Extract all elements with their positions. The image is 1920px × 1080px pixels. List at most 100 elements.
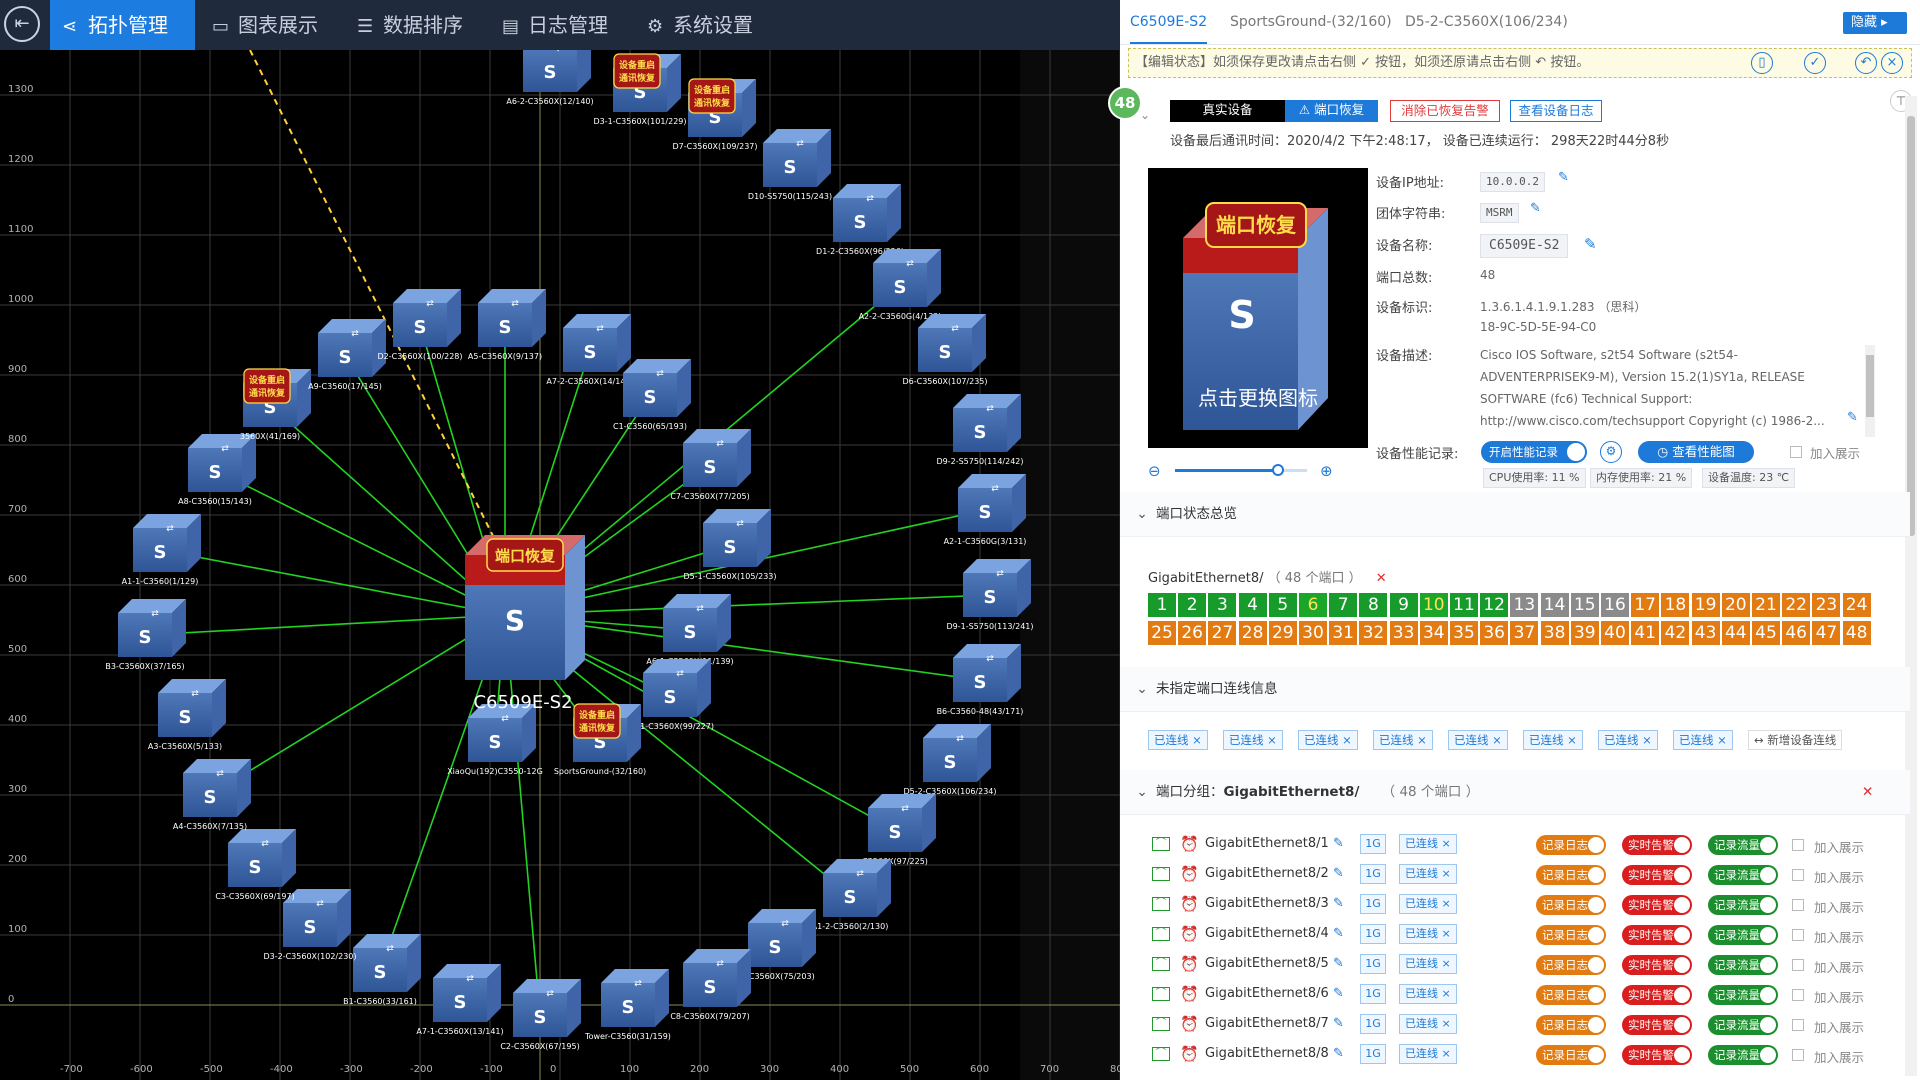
traffic-chart-icon[interactable]: ⌒ [1152,1017,1170,1031]
confirm-icon[interactable]: ✓ [1804,52,1826,74]
tab-c6509e-s2[interactable]: C6509E-S2 [1130,0,1208,44]
edit-port-icon[interactable]: ✎ [1333,1046,1344,1061]
port-31[interactable]: 31 [1329,621,1358,645]
device-name-value[interactable]: C6509E-S2 [1480,234,1569,258]
port-20[interactable]: 20 [1721,593,1750,617]
view-log-button[interactable]: 查看设备日志 [1510,100,1602,122]
record-flow-toggle[interactable]: 记录流量 [1708,925,1778,945]
record-flow-toggle[interactable]: 记录流量 [1708,895,1778,915]
edit-port-icon[interactable]: ✎ [1333,836,1344,851]
edit-port-icon[interactable]: ✎ [1333,926,1344,941]
zoom-out-icon[interactable]: ⊖ [1148,462,1161,480]
edit-community-icon[interactable]: ✎ [1530,201,1541,216]
port-26[interactable]: 26 [1178,621,1207,645]
alarm-icon[interactable]: ⏰ [1180,1015,1199,1033]
port-12[interactable]: 12 [1480,593,1509,617]
port-recover-button[interactable]: ⚠ 端口恢复 [1285,100,1378,122]
remove-group-icon[interactable]: ✕ [1862,770,1873,814]
realtime-alarm-toggle[interactable]: 实时告警 [1622,925,1692,945]
edit-ip-icon[interactable]: ✎ [1558,170,1569,185]
alarm-icon[interactable]: ⏰ [1180,925,1199,943]
record-log-toggle[interactable]: 记录日志 [1536,835,1606,855]
perf-settings-icon[interactable]: ⚙ [1600,441,1622,463]
add-show-checkbox[interactable] [1792,929,1804,941]
traffic-chart-icon[interactable]: ⌒ [1152,987,1170,1001]
edit-port-icon[interactable]: ✎ [1333,1016,1344,1031]
link-tag[interactable]: 已连线 × [1673,730,1733,750]
device-desc-box[interactable]: Cisco IOS Software, s2t54 Software (s2t5… [1480,344,1880,432]
port-link-tag[interactable]: 已连线 × [1399,864,1457,884]
port-36[interactable]: 36 [1480,621,1509,645]
record-flow-toggle[interactable]: 记录流量 [1708,835,1778,855]
port-18[interactable]: 18 [1661,593,1690,617]
port-13[interactable]: 13 [1510,593,1539,617]
alarm-icon[interactable]: ⏰ [1180,895,1199,913]
nav-topology[interactable]: ⋖ 拓扑管理 [50,0,195,50]
port-9[interactable]: 9 [1389,593,1418,617]
port-link-tag[interactable]: 已连线 × [1399,894,1457,914]
edit-desc-icon[interactable]: ✎ [1847,410,1858,425]
port-46[interactable]: 46 [1782,621,1811,645]
edit-port-icon[interactable]: ✎ [1333,956,1344,971]
port-group-section-header[interactable]: ⌄ 端口分组：GigabitEthernet8/ （ 48 个端口 ） ✕ [1120,770,1910,815]
port-33[interactable]: 33 [1389,621,1418,645]
port-44[interactable]: 44 [1721,621,1750,645]
port-29[interactable]: 29 [1268,621,1297,645]
port-28[interactable]: 28 [1238,621,1267,645]
save-doc-icon[interactable]: ▯ [1751,52,1773,74]
topology-area[interactable]: ⇤ ⋖ 拓扑管理 ▭ 图表展示 ☰ 数据排序 ▤ 日志管理 ⚙ 系统设置 1300 1200… [0,0,1120,1080]
port-6[interactable]: 6 [1299,593,1327,617]
link-tag[interactable]: 已连线 × [1373,730,1433,750]
undo-icon[interactable]: ↶ [1855,52,1877,74]
port-37[interactable]: 37 [1510,621,1539,645]
hide-panel-button[interactable]: 隐藏 ▸ [1843,12,1907,34]
desc-scrollbar[interactable] [1865,345,1875,437]
realtime-alarm-toggle[interactable]: 实时告警 [1622,895,1692,915]
remove-group-icon[interactable]: ✕ [1376,571,1387,586]
record-log-toggle[interactable]: 记录日志 [1536,865,1606,885]
edit-port-icon[interactable]: ✎ [1333,896,1344,911]
port-25[interactable]: 25 [1148,621,1176,645]
port-link-tag[interactable]: 已连线 × [1399,834,1457,854]
port-3[interactable]: 3 [1208,593,1237,617]
port-11[interactable]: 11 [1450,593,1478,617]
realtime-alarm-toggle[interactable]: 实时告警 [1622,1045,1692,1065]
record-log-toggle[interactable]: 记录日志 [1536,1045,1606,1065]
port-42[interactable]: 42 [1661,621,1690,645]
perf-add-show-checkbox[interactable] [1790,446,1802,458]
link-tag[interactable]: 已连线 × [1523,730,1583,750]
zoom-slider[interactable] [1175,464,1307,476]
zoom-slider-handle[interactable] [1271,464,1284,476]
record-log-toggle[interactable]: 记录日志 [1536,985,1606,1005]
link-tag[interactable]: 已连线 × [1448,730,1508,750]
port-35[interactable]: 35 [1450,621,1478,645]
add-show-checkbox[interactable] [1792,959,1804,971]
port-47[interactable]: 47 [1812,621,1841,645]
port-48[interactable]: 48 [1842,621,1871,645]
record-log-toggle[interactable]: 记录日志 [1536,895,1606,915]
port-30[interactable]: 30 [1299,621,1327,645]
link-tag[interactable]: 已连线 × [1298,730,1358,750]
traffic-chart-icon[interactable]: ⌒ [1152,957,1170,971]
alarm-icon[interactable]: ⏰ [1180,985,1199,1003]
record-log-toggle[interactable]: 记录日志 [1536,925,1606,945]
realtime-alarm-toggle[interactable]: 实时告警 [1622,955,1692,975]
device-icon-preview[interactable]: 端口恢复 S 点击更换图标 [1148,168,1368,448]
port-22[interactable]: 22 [1782,593,1811,617]
port-45[interactable]: 45 [1752,621,1780,645]
edit-name-icon[interactable]: ✎ [1584,235,1597,253]
port-24[interactable]: 24 [1842,593,1871,617]
alarm-icon[interactable]: ⏰ [1180,835,1199,853]
port-2[interactable]: 2 [1178,593,1207,617]
nav-settings[interactable]: ⚙ 系统设置 [635,0,780,50]
topology-canvas[interactable]: 1300120011001000900800700600500400300200… [0,50,1120,1080]
port-17[interactable]: 17 [1631,593,1660,617]
port-status-section-header[interactable]: ⌄ 端口状态总览 [1120,492,1910,537]
link-tag[interactable]: 已连线 × [1148,730,1208,750]
link-tag[interactable]: 已连线 × [1598,730,1658,750]
edit-port-icon[interactable]: ✎ [1333,986,1344,1001]
edit-port-icon[interactable]: ✎ [1333,866,1344,881]
port-16[interactable]: 16 [1601,593,1629,617]
perf-record-toggle[interactable]: 开启性能记录 [1481,441,1587,463]
port-5[interactable]: 5 [1268,593,1297,617]
